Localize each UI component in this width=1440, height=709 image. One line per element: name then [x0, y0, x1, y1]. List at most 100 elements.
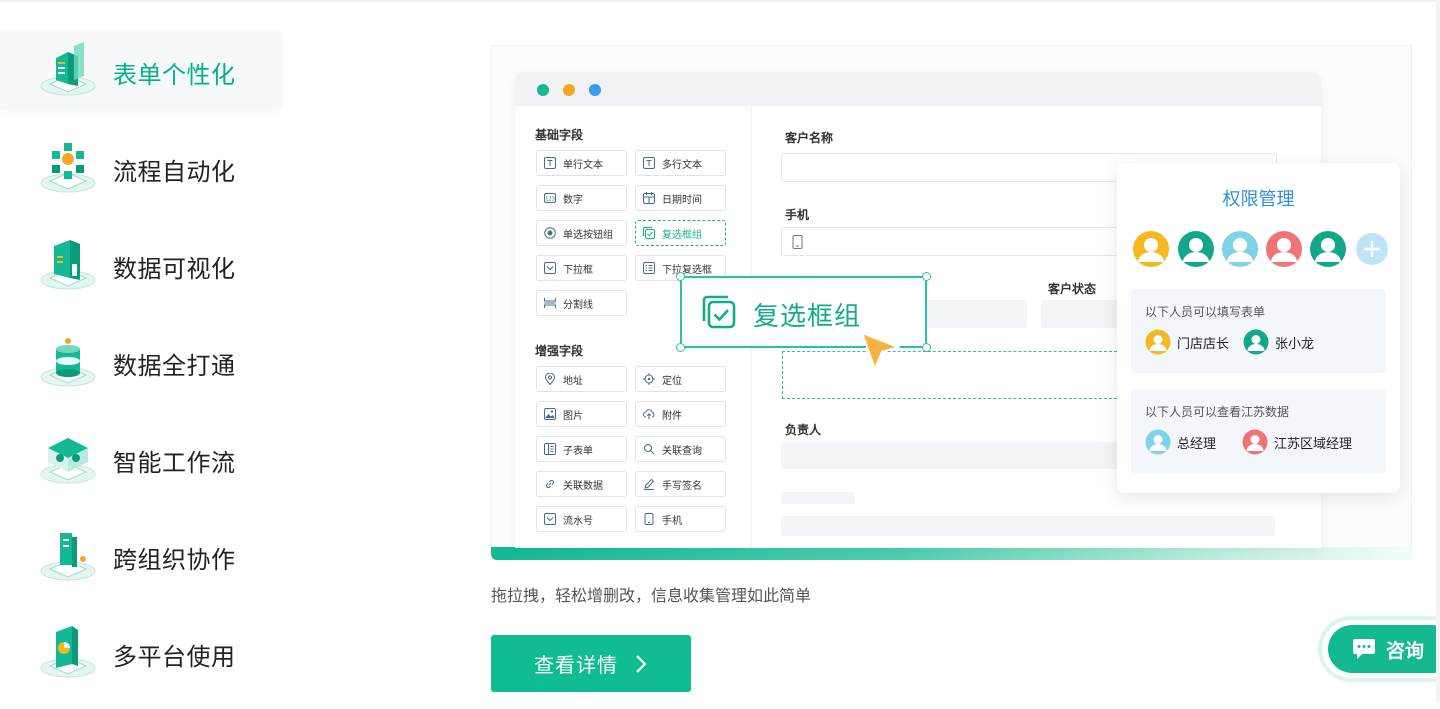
field-label: 图片: [563, 410, 583, 422]
pen-icon: [644, 478, 655, 490]
avatar-icon: [1133, 231, 1169, 267]
feature-caption: 拖拉拽，轻松增删改，信息收集管理如此简单: [491, 586, 812, 605]
drop-target-zone: [782, 351, 1122, 399]
label-phone: 手机: [785, 208, 810, 222]
subform-icon: [544, 443, 556, 455]
consult-button-body: 咨询: [1328, 625, 1440, 673]
person-name: 张小龙: [1275, 336, 1315, 352]
field-label: 数字: [563, 194, 583, 206]
avatar-icon: [1222, 231, 1258, 267]
resize-handle[interactable]: [922, 272, 931, 281]
resize-handle[interactable]: [922, 343, 931, 352]
field-label: 附件: [662, 410, 682, 422]
page-scrollbar[interactable]: [1436, 0, 1440, 702]
owner-input[interactable]: [781, 442, 1121, 469]
nav-label: 表单个性化: [113, 61, 236, 89]
cursor-arrow-icon: [860, 331, 902, 372]
link-data-icon: [545, 479, 555, 489]
view-details-button[interactable]: 查看详情: [491, 635, 691, 692]
field-number[interactable]: 123 数字: [536, 185, 627, 211]
person-chip: 张小龙: [1243, 329, 1314, 355]
permission-card: 权限管理 以下人员可以填写表单 门店店长 张小龙 以下人员可以查看江苏数据 总经…: [1117, 163, 1400, 493]
label-customer-status: 客户状态: [1048, 282, 1097, 296]
dropdown-icon: [544, 262, 556, 274]
field-signature[interactable]: 手写签名: [635, 471, 726, 497]
field-label: 单行文本: [563, 159, 603, 171]
phone-input[interactable]: [781, 227, 1141, 256]
svg-text:123: 123: [545, 196, 555, 202]
view-permission-box: 以下人员可以查看江苏数据 总经理 江苏区域经理: [1131, 389, 1386, 473]
nav-item-multi-platform[interactable]: 多平台使用: [0, 612, 282, 692]
field-label: 复选框组: [662, 229, 702, 241]
nav-item-cross-org-collaboration[interactable]: 跨组织协作: [0, 515, 282, 595]
collaboration-icon: [40, 533, 96, 581]
crosshair-icon: [643, 373, 655, 385]
field-address[interactable]: 地址: [536, 366, 627, 392]
checkbox-group-icon: [643, 227, 655, 239]
window-dot-green: [537, 84, 549, 96]
field-checkbox-group[interactable]: 复选框组: [635, 220, 726, 246]
preview-gradient-bar: [491, 547, 1412, 560]
field-label: 定位: [662, 375, 682, 387]
field-subform[interactable]: 子表单: [536, 436, 627, 462]
nav-label: 数据可视化: [113, 255, 236, 283]
field-image[interactable]: 图片: [536, 401, 627, 427]
field-label: 关联查询: [662, 445, 702, 457]
field-dropdown[interactable]: 下拉框: [536, 255, 627, 281]
nav-item-smart-workflow[interactable]: 智能工作流: [0, 418, 282, 498]
data-chart-icon: [40, 240, 96, 290]
avatar-icon: [1310, 231, 1346, 267]
field-datetime[interactable]: 日期时间: [635, 185, 726, 211]
nav-label: 多平台使用: [113, 643, 236, 671]
avatar-icon: [1243, 329, 1269, 355]
field-serial-number[interactable]: 流水号: [536, 506, 627, 532]
person-chip: 总经理: [1145, 429, 1216, 455]
avatar-icon: [1266, 231, 1302, 267]
nav-item-process-automation[interactable]: 流程自动化: [0, 127, 282, 207]
person-chip: 门店店长: [1145, 329, 1229, 355]
feature-nav: 表单个性化 流程自动化 数据可视化 数据全打通 智能工作流 跨组织协作 多平台使…: [0, 30, 282, 709]
person-name: 总经理: [1177, 436, 1217, 452]
workflow-pipe-icon: [40, 438, 96, 484]
field-label: 下拉框: [563, 264, 593, 276]
window-dot-blue: [589, 84, 601, 96]
consult-button[interactable]: 咨询: [1322, 620, 1440, 678]
field-divider[interactable]: 分割线: [536, 290, 627, 316]
field-single-line-text[interactable]: 单行文本: [536, 150, 627, 176]
field-mobile[interactable]: 手机: [635, 506, 726, 532]
field-label: 分割线: [563, 299, 593, 311]
label-customer-name: 客户名称: [785, 131, 834, 145]
field-linked-query[interactable]: 关联查询: [635, 436, 726, 462]
avatar-icon: [1145, 429, 1171, 455]
resize-handle[interactable]: [676, 343, 685, 352]
person-chip: 江苏区域经理: [1242, 429, 1352, 455]
nav-item-data-integration[interactable]: 数据全打通: [0, 321, 282, 401]
flow-network-icon: [40, 143, 96, 193]
nav-label: 智能工作流: [113, 449, 236, 477]
avatar-icon: [1145, 329, 1171, 355]
field-multi-line-text[interactable]: 多行文本: [635, 150, 726, 176]
nav-item-form-personalization[interactable]: 表单个性化: [0, 30, 282, 110]
field-attachment[interactable]: 附件: [635, 401, 726, 427]
nav-label: 流程自动化: [113, 158, 236, 186]
window-dot-orange: [563, 84, 575, 96]
image-icon: [544, 408, 556, 420]
field-linked-data[interactable]: 关联数据: [536, 471, 627, 497]
nav-label: 跨组织协作: [113, 546, 236, 574]
nav-item-data-visualization[interactable]: 数据可视化: [0, 224, 282, 304]
location-pin-icon: [544, 373, 556, 385]
basic-fields-title: 基础字段: [535, 128, 584, 142]
enhanced-fields-title: 增强字段: [535, 344, 584, 358]
divider-icon: [544, 298, 556, 308]
text-field-icon: [544, 157, 556, 169]
top-divider: [0, 0, 1440, 2]
cloud-upload-icon: [643, 409, 655, 419]
resize-handle[interactable]: [676, 272, 685, 281]
field-positioning[interactable]: 定位: [635, 366, 726, 392]
field-radio-group[interactable]: 单选按钮组: [536, 220, 627, 246]
window-titlebar: [515, 72, 1321, 106]
add-member-icon[interactable]: [1355, 232, 1389, 266]
serial-icon: [544, 513, 556, 525]
list-checkbox-icon: [643, 262, 655, 274]
checkbox-group-icon: [702, 295, 736, 329]
